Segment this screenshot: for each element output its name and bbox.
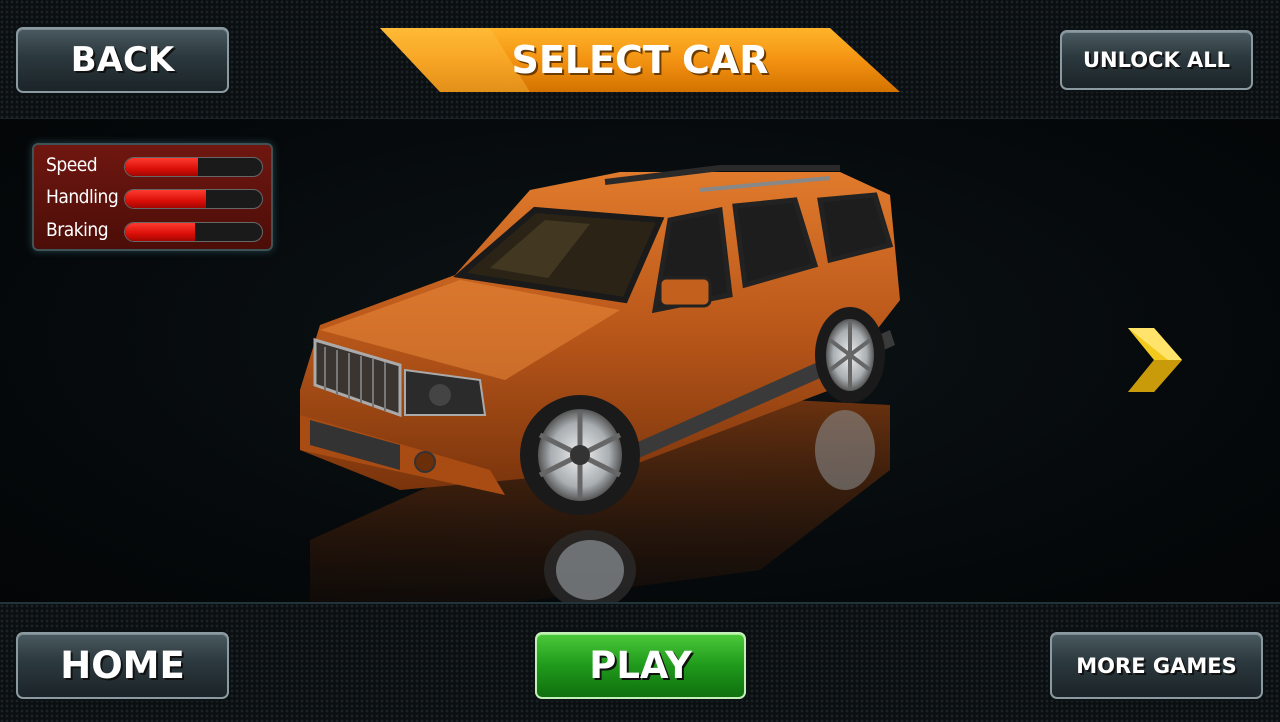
play-button[interactable]: PLAY [535,632,746,699]
stat-label: Handling [46,186,119,208]
page-title: SELECT CAR [511,38,769,82]
car-stats-panel: Speed Handling Braking [32,143,273,251]
stat-bar-track [124,189,263,209]
stat-row-speed: Speed [46,154,271,180]
home-button[interactable]: HOME [16,632,229,699]
stat-bar-track [124,157,263,177]
handling-bar-fill [125,190,206,208]
title-banner: SELECT CAR [380,28,900,92]
back-button[interactable]: BACK [16,27,229,93]
speed-bar-fill [125,158,198,176]
stat-label: Braking [46,219,109,241]
chevron-right-icon[interactable] [1124,326,1184,394]
stat-row-handling: Handling [46,186,271,212]
more-games-button[interactable]: MORE GAMES [1050,632,1263,699]
stat-label: Speed [46,154,98,176]
unlock-all-button[interactable]: UNLOCK ALL [1060,30,1253,90]
stat-row-braking: Braking [46,219,271,245]
braking-bar-fill [125,223,195,241]
stat-bar-track [124,222,263,242]
car-model [300,165,900,602]
